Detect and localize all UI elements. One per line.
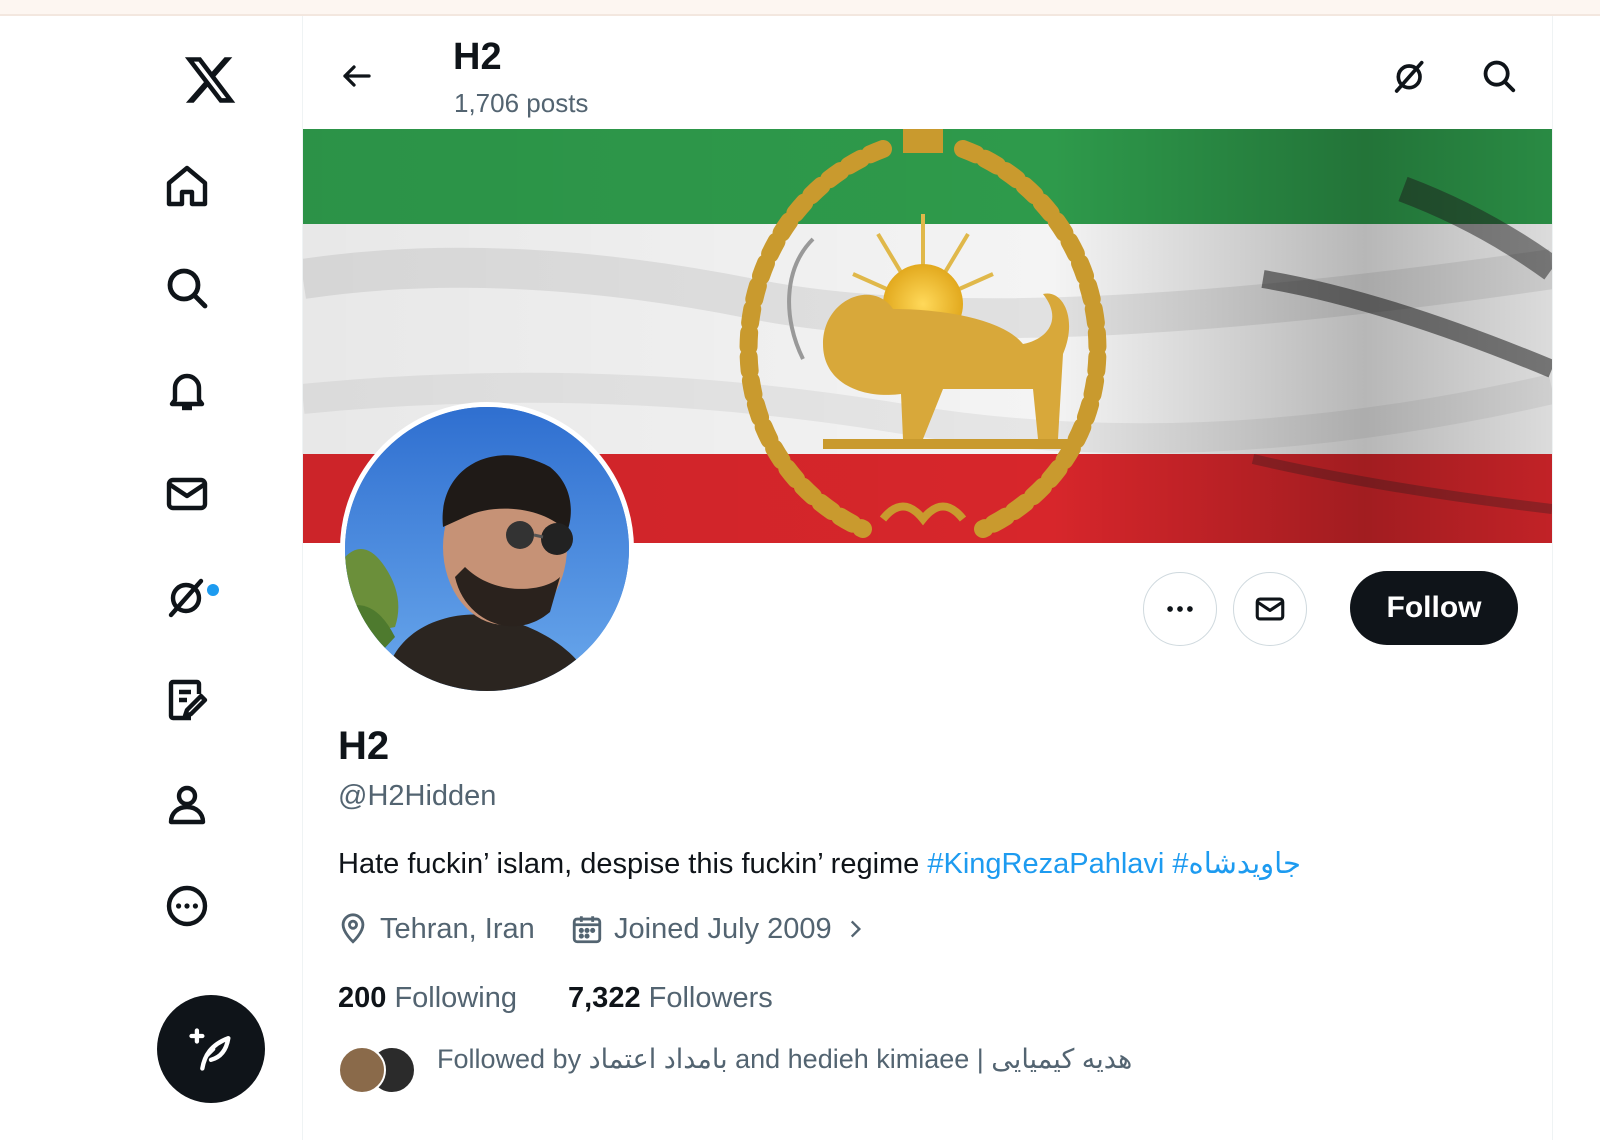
location-text: Tehran, Iran <box>380 912 535 945</box>
search-icon[interactable] <box>159 260 215 316</box>
join-date-text: Joined July 2009 <box>614 912 832 945</box>
profile-avatar[interactable] <box>340 402 634 696</box>
followed-by-text[interactable]: Followed by بامداد اعتماد and hedieh kim… <box>437 1044 1132 1075</box>
mail-icon <box>1255 597 1285 621</box>
more-dots-icon <box>1167 606 1193 612</box>
following-stat[interactable]: 200 Following <box>338 982 517 1015</box>
compose-post-button[interactable] <box>157 995 265 1103</box>
following-count: 200 <box>338 982 387 1014</box>
bell-icon[interactable] <box>159 362 215 418</box>
mail-icon[interactable] <box>159 466 215 522</box>
header-posts-count: 1,706 posts <box>454 88 589 118</box>
compose-post-icon <box>189 1028 231 1071</box>
home-icon[interactable] <box>159 158 215 214</box>
grok-icon[interactable] <box>159 569 215 625</box>
bio: Hate fuckin’ islam, despise this fuckin’… <box>338 846 1301 881</box>
following-label: Following <box>394 982 517 1014</box>
user-handle: @H2Hidden <box>338 780 497 812</box>
notification-dot <box>207 584 219 596</box>
grok-header-icon[interactable] <box>1386 52 1434 100</box>
notes-icon[interactable] <box>159 672 215 728</box>
back-arrow-icon[interactable] <box>333 52 381 100</box>
follower-avatar <box>338 1046 386 1094</box>
more-options-button[interactable] <box>1143 572 1217 646</box>
followers-label: Followers <box>648 982 773 1014</box>
person-icon[interactable] <box>159 776 215 832</box>
more-circle-icon[interactable] <box>159 878 215 934</box>
column-divider <box>1552 16 1553 1140</box>
followers-count: 7,322 <box>568 982 641 1014</box>
bio-hashtags[interactable]: #KingRezaPahlavi #جاویدشاه <box>927 848 1301 880</box>
profile-photo-image <box>345 407 629 691</box>
header-search-icon[interactable] <box>1475 52 1523 100</box>
bio-text: Hate fuckin’ islam, despise this fuckin’… <box>338 848 928 880</box>
browser-top-strip <box>0 0 1600 16</box>
header-title: H2 <box>453 36 502 78</box>
location: Tehran, Iran <box>336 912 535 946</box>
location-pin-icon <box>341 913 365 944</box>
chevron-right-icon <box>850 920 861 938</box>
followers-stat[interactable]: 7,322 Followers <box>568 982 773 1015</box>
x-logo-icon[interactable] <box>178 48 242 112</box>
message-button[interactable] <box>1233 572 1307 646</box>
calendar-icon <box>572 916 602 944</box>
display-name: H2 <box>338 724 390 768</box>
left-sidebar <box>0 16 302 1140</box>
join-date[interactable]: Joined July 2009 <box>570 912 868 946</box>
followed-by-avatars[interactable] <box>338 1046 418 1094</box>
profile-column: H2 1,706 posts Follow H2 @H2Hidden Hate … <box>303 16 1552 1140</box>
follow-button[interactable]: Follow <box>1350 571 1518 645</box>
